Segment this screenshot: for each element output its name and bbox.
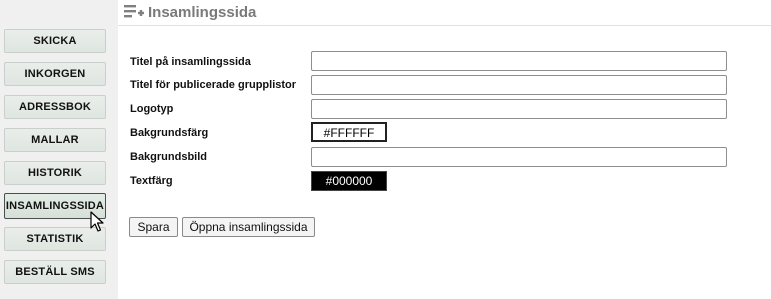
playlist-add-icon (124, 5, 144, 18)
sidebar-item-skicka[interactable]: SKICKA (4, 29, 106, 53)
open-collection-page-button[interactable]: Öppna insamlingssida (182, 217, 315, 237)
text-color-label: Textfärg (130, 175, 173, 187)
mouse-cursor-icon (90, 211, 104, 232)
background-color-label: Bakgrundsfärg (130, 127, 209, 139)
page-title: Insamlingssida (148, 4, 257, 21)
published-lists-title-label: Titel för publicerade grupplistor (130, 79, 297, 91)
background-color-picker[interactable]: #FFFFFF (311, 122, 387, 142)
sidebar-item-inkorgen[interactable]: INKORGEN (4, 62, 106, 86)
sidebar-item-historik[interactable]: HISTORIK (4, 161, 106, 185)
sidebar-item-adressbok[interactable]: ADRESSBOK (4, 95, 106, 119)
sidebar-item-mallar[interactable]: MALLAR (4, 128, 106, 152)
published-lists-title-input[interactable] (311, 75, 727, 95)
logo-input[interactable] (311, 99, 727, 119)
page-title-input[interactable] (311, 51, 727, 71)
background-image-label: Bakgrundsbild (130, 151, 208, 163)
save-button[interactable]: Spara (129, 217, 178, 237)
sidebar-item-bestall-sms[interactable]: BESTÄLL SMS (4, 260, 106, 284)
background-image-input[interactable] (311, 147, 727, 167)
text-color-picker[interactable]: #000000 (311, 171, 387, 191)
page-title-label: Titel på insamlingssida (130, 56, 251, 68)
sidebar-nav: SKICKA INKORGEN ADRESSBOK MALLAR HISTORI… (0, 0, 118, 299)
logo-label: Logotyp (130, 103, 174, 115)
page-header: Insamlingssida (118, 0, 771, 26)
